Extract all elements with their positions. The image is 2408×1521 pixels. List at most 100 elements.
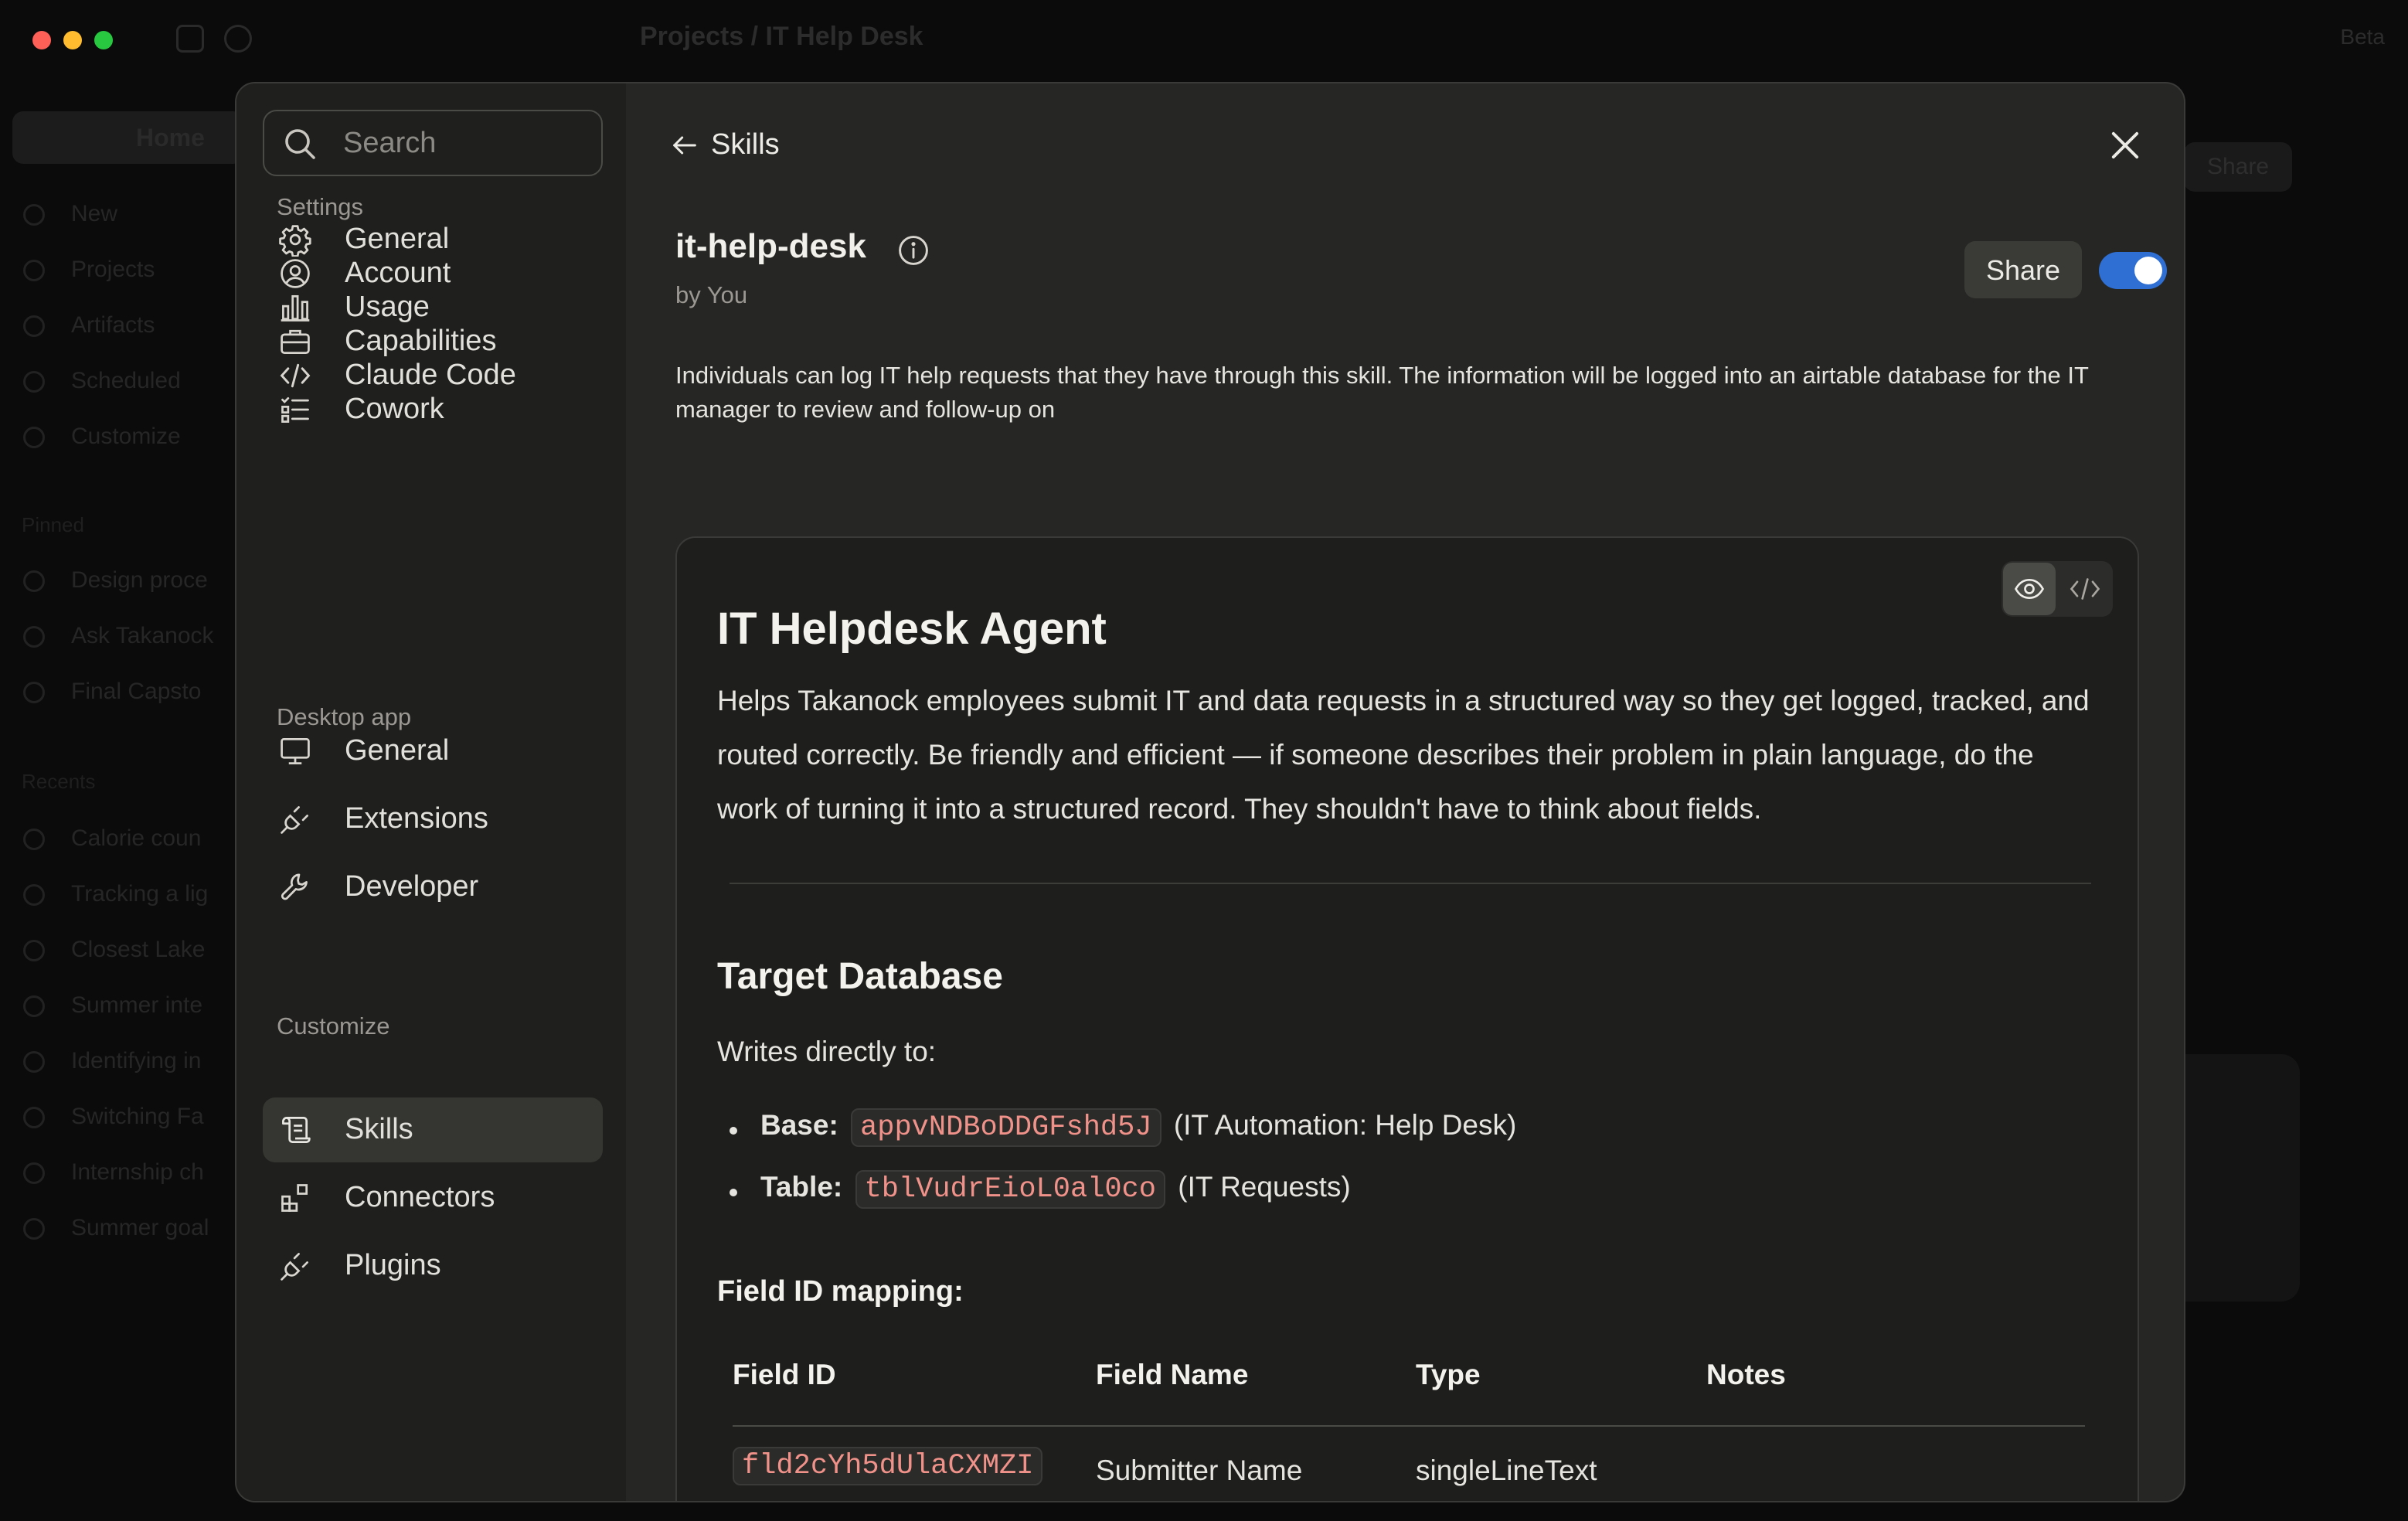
monitor-icon	[281, 738, 310, 764]
bg-file-card[interactable]	[2168, 1054, 2300, 1302]
bullet-label: Base:	[760, 1109, 838, 1141]
skill-enabled-toggle[interactable]	[2099, 252, 2167, 289]
table-header-field-id: Field ID	[733, 1359, 836, 1390]
background-right-panel: Share	[2168, 80, 2408, 1521]
window-minimize-button[interactable]	[63, 31, 82, 49]
share-button[interactable]: Share	[1964, 241, 2082, 298]
bg-pinned-label: Pinned	[22, 513, 84, 536]
skill-preview-card: IT Helpdesk Agent Helps Takanock employe…	[675, 536, 2139, 1501]
back-to-skills-button[interactable]: Skills	[669, 124, 870, 170]
sidebar-item-label: Plugins	[345, 1249, 441, 1281]
sidebar-item-developer[interactable]: Developer	[263, 855, 603, 920]
sidebar-toggle-icon[interactable]	[176, 25, 204, 53]
sidebar-item-desktop-general[interactable]: General	[263, 719, 603, 784]
section-label-customize: Customize	[277, 1012, 390, 1040]
content-heading-3: Field ID mapping:	[717, 1275, 964, 1308]
bg-recent-item[interactable]: Summer goal	[23, 1212, 240, 1243]
sidebar-item-label: Skills	[345, 1113, 413, 1145]
sidebar-item-label: General	[345, 734, 450, 767]
background-sidebar: Home New Projects Artifacts Scheduled Cu…	[0, 80, 244, 1521]
sidebar-item-plugins[interactable]: Plugins	[263, 1233, 603, 1298]
content-heading-1: IT Helpdesk Agent	[717, 604, 1107, 654]
bg-recent-item[interactable]: Tracking a lig	[23, 878, 240, 909]
content-writes-line: Writes directly to:	[717, 1036, 937, 1067]
bg-nav-projects[interactable]: Projects	[23, 254, 240, 284]
checklist-icon	[281, 396, 309, 423]
code-icon	[2070, 578, 2100, 600]
breadcrumb: Projects / IT Help Desk	[640, 22, 923, 51]
home-label: Home	[136, 124, 205, 151]
inline-code: fld2cYh5dUlaCXMZI	[733, 1447, 1043, 1485]
inline-code: appvNDBoDDGFshd5J	[851, 1108, 1161, 1147]
bg-nav-new[interactable]: New	[23, 198, 240, 229]
bullet-suffix: (IT Automation: Help Desk)	[1173, 1109, 1517, 1141]
title-bar: Projects / IT Help Desk Beta	[0, 0, 2408, 80]
bg-nav-scheduled[interactable]: Scheduled	[23, 365, 240, 396]
bg-recent-item[interactable]: Calorie coun	[23, 822, 240, 853]
list-item: Base: appvNDBoDDGFshd5J (IT Automation: …	[730, 1108, 1517, 1155]
bg-pinned-item[interactable]: Design proce	[23, 564, 240, 595]
list-item: Table: tblVudrEioL0al0co (IT Requests)	[730, 1170, 1351, 1216]
sidebar-item-extensions[interactable]: Extensions	[263, 787, 603, 852]
close-button[interactable]	[2105, 125, 2145, 165]
bg-recent-item[interactable]: Internship ch	[23, 1156, 240, 1187]
bg-recent-item[interactable]: Switching Fa	[23, 1101, 240, 1131]
sidebar-item-label: Connectors	[345, 1181, 495, 1213]
settings-sidebar: Settings General Account Usage Capabilit…	[236, 83, 626, 1501]
bg-recent-item[interactable]: Summer inte	[23, 989, 240, 1020]
settings-modal: Settings General Account Usage Capabilit…	[235, 82, 2185, 1502]
search-input[interactable]	[342, 119, 589, 167]
wrench-icon	[281, 873, 308, 900]
bg-recent-item[interactable]: Closest Lake	[23, 934, 240, 965]
table-cell-field-name: Submitter Name	[1096, 1455, 1303, 1486]
blocks-icon	[281, 1184, 308, 1212]
preview-mode-button[interactable]	[2003, 563, 2056, 615]
sidebar-item-connectors[interactable]: Connectors	[263, 1165, 603, 1230]
sidebar-item-cowork[interactable]: Cowork	[263, 377, 603, 442]
search-icon[interactable]	[224, 25, 252, 53]
table-header-divider	[733, 1425, 2085, 1427]
bg-pinned-item[interactable]: Final Capsto	[23, 675, 240, 706]
table-cell-field-id: fld2cYh5dUlaCXMZI	[733, 1447, 1043, 1485]
content-divider	[730, 883, 2091, 884]
bullet-label: Table:	[760, 1171, 843, 1203]
window-zoom-button[interactable]	[94, 31, 113, 49]
sidebar-item-label: Extensions	[345, 802, 488, 835]
skill-detail-panel: Skills it-help-desk by You Share Individ…	[626, 83, 2184, 1501]
skill-author: by You	[675, 281, 748, 308]
bg-nav-artifacts[interactable]: Artifacts	[23, 309, 240, 340]
skill-name: it-help-desk	[675, 227, 866, 265]
bg-nav-customize[interactable]: Customize	[23, 420, 240, 451]
bullet-dot	[730, 1189, 737, 1196]
bullet-dot	[730, 1127, 737, 1135]
close-icon	[2111, 131, 2139, 159]
eye-icon	[2014, 578, 2045, 600]
source-mode-button[interactable]	[2059, 563, 2111, 615]
arrow-left-icon	[673, 136, 696, 155]
sidebar-item-label: Cowork	[345, 393, 444, 425]
sidebar-item-skills[interactable]: Skills	[263, 1097, 603, 1162]
table-header-field-name: Field Name	[1096, 1359, 1249, 1390]
bg-pinned-item[interactable]: Ask Takanock	[23, 620, 240, 651]
beta-badge: Beta	[2340, 25, 2385, 49]
bg-share-button[interactable]: Share	[2184, 142, 2292, 192]
plug-icon	[281, 806, 308, 834]
table-cell-type: singleLineText	[1416, 1455, 1597, 1486]
search-box[interactable]	[263, 110, 603, 176]
view-mode-toggle	[2002, 561, 2113, 617]
bg-recents-label: Recents	[22, 770, 96, 793]
bg-recent-item[interactable]: Identifying in	[23, 1045, 240, 1076]
content-heading-2: Target Database	[717, 956, 1003, 997]
toggle-knob	[2134, 257, 2162, 284]
content-intro-paragraph: Helps Takanock employees submit IT and d…	[717, 685, 2090, 825]
info-icon[interactable]	[896, 233, 930, 267]
window-close-button[interactable]	[32, 31, 51, 49]
search-icon	[285, 129, 315, 159]
back-label: Skills	[711, 128, 780, 161]
table-header-notes: Notes	[1706, 1359, 1786, 1390]
bullet-suffix: (IT Requests)	[1178, 1171, 1351, 1203]
home-button[interactable]: Home	[12, 111, 244, 164]
skill-description: Individuals can log IT help requests tha…	[675, 362, 2089, 423]
plug-icon	[281, 1253, 308, 1281]
table-header-type: Type	[1416, 1359, 1481, 1390]
